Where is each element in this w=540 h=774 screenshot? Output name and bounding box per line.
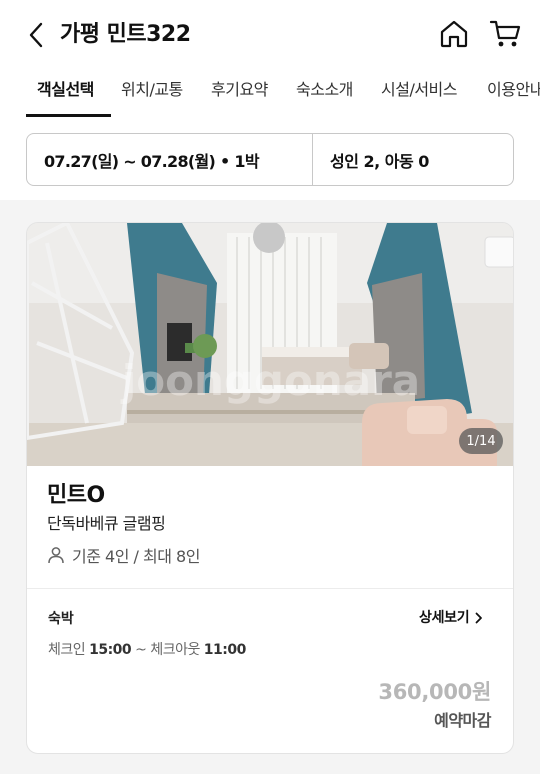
tab-review-summary[interactable]: 후기요약 (211, 78, 268, 102)
checkout-label: 체크아웃 (150, 642, 200, 658)
top-bar: 가평 민트322 (0, 0, 540, 70)
room-card[interactable]: joonggonara 1/14 민트O 단독바베큐 글램핑 기준 4인 / 최… (26, 222, 514, 754)
checkin-label: 체크인 (48, 642, 86, 658)
back-button[interactable] (22, 20, 50, 50)
reservation-status: 예약마감 (434, 711, 491, 730)
stay-type-label: 숙박 (48, 611, 74, 627)
search-bar: 07.27(일) ~ 07.28(월) • 1박 성인 2, 아동 0 (26, 133, 514, 186)
cart-button[interactable] (489, 18, 523, 50)
checkout-time: 11:00 (203, 642, 247, 658)
time-separator: ~ (135, 642, 147, 658)
divider (27, 588, 513, 589)
header: 가평 민트322 객실선택 위치/교통 후기요약 숙소소개 시설/서비스 이용안… (0, 0, 540, 200)
detail-link[interactable]: 상세보기 (419, 608, 483, 628)
capacity-info: 기준 4인 / 최대 8인 (47, 543, 200, 567)
guest-selector[interactable]: 성인 2, 아동 0 (313, 134, 513, 185)
tab-facilities[interactable]: 시설/서비스 (381, 78, 458, 102)
checkin-checkout: 체크인 15:00 ~ 체크아웃 11:00 (48, 640, 246, 660)
room-photo[interactable]: joonggonara (27, 223, 514, 466)
room-price: 360,000원 (378, 680, 491, 704)
home-icon (440, 20, 468, 48)
tab-property-intro[interactable]: 숙소소개 (296, 78, 353, 102)
detail-link-label: 상세보기 (419, 610, 470, 626)
checkin-time: 15:00 (89, 642, 132, 658)
capacity-text: 기준 4인 / 최대 8인 (72, 547, 200, 566)
tab-room-select[interactable]: 객실선택 (37, 78, 94, 102)
active-tab-indicator (26, 114, 111, 117)
room-name: 민트O (47, 483, 105, 508)
room-subtitle: 단독바베큐 글램핑 (47, 514, 166, 533)
watermark: joonggonara (120, 356, 420, 405)
chevron-left-icon (29, 22, 43, 48)
chevron-right-icon (475, 612, 483, 624)
tab-usage-info[interactable]: 이용안내 (487, 78, 540, 102)
tab-location[interactable]: 위치/교통 (121, 78, 183, 102)
page-title: 가평 민트322 (60, 22, 191, 47)
person-icon (48, 547, 64, 564)
cart-icon (489, 20, 521, 47)
date-selector[interactable]: 07.27(일) ~ 07.28(월) • 1박 (27, 134, 313, 185)
tab-bar: 객실선택 위치/교통 후기요약 숙소소개 시설/서비스 이용안내 (0, 70, 540, 118)
home-button[interactable] (438, 18, 470, 50)
photo-counter: 1/14 (459, 428, 503, 454)
